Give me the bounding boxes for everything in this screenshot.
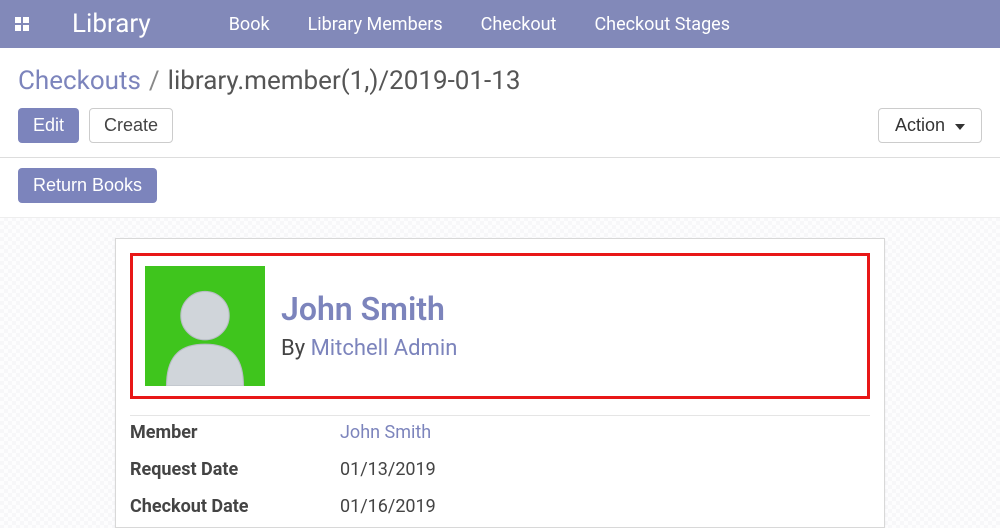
field-value-member[interactable]: John Smith — [340, 422, 431, 443]
breadcrumb: Checkouts / library.member(1,)/2019-01-1… — [18, 66, 982, 96]
record-header: John Smith By Mitchell Admin — [130, 253, 870, 399]
content-area: John Smith By Mitchell Admin Member John… — [0, 218, 1000, 528]
avatar — [145, 266, 265, 386]
nav-item-checkout[interactable]: Checkout — [481, 14, 557, 35]
nav-item-checkout-stages[interactable]: Checkout Stages — [594, 14, 730, 35]
field-table: Member John Smith Request Date 01/13/201… — [130, 415, 870, 527]
field-value-request-date: 01/13/2019 — [340, 459, 436, 480]
navbar: Library Book Library Members Checkout Ch… — [0, 0, 1000, 48]
breadcrumb-link-checkouts[interactable]: Checkouts — [18, 66, 141, 96]
breadcrumb-separator: / — [149, 66, 160, 96]
apps-icon[interactable] — [14, 16, 30, 32]
toolbar: Checkouts / library.member(1,)/2019-01-1… — [0, 48, 1000, 158]
by-label: By — [281, 336, 305, 361]
field-row-member: Member John Smith — [130, 416, 870, 453]
form-sheet: John Smith By Mitchell Admin Member John… — [115, 238, 885, 528]
record-byline: By Mitchell Admin — [281, 336, 457, 361]
create-button[interactable]: Create — [89, 108, 173, 143]
by-user-link[interactable]: Mitchell Admin — [311, 336, 458, 361]
avatar-placeholder-icon — [150, 276, 260, 386]
secondary-toolbar: Return Books — [0, 158, 1000, 218]
field-label: Member — [130, 422, 340, 443]
edit-button[interactable]: Edit — [18, 108, 79, 143]
nav-item-library-members[interactable]: Library Members — [308, 14, 443, 35]
action-dropdown[interactable]: Action — [878, 108, 982, 143]
field-label: Checkout Date — [130, 496, 340, 517]
brand-title[interactable]: Library — [72, 9, 151, 39]
return-books-button[interactable]: Return Books — [18, 168, 157, 203]
field-row-request-date: Request Date 01/13/2019 — [130, 453, 870, 490]
record-title: John Smith — [281, 291, 457, 328]
field-row-checkout-date: Checkout Date 01/16/2019 — [130, 490, 870, 527]
field-label: Request Date — [130, 459, 340, 480]
nav-item-book[interactable]: Book — [229, 14, 270, 35]
chevron-down-icon — [955, 124, 965, 130]
field-value-checkout-date: 01/16/2019 — [340, 496, 436, 517]
action-label: Action — [895, 115, 945, 136]
breadcrumb-current: library.member(1,)/2019-01-13 — [168, 66, 521, 96]
